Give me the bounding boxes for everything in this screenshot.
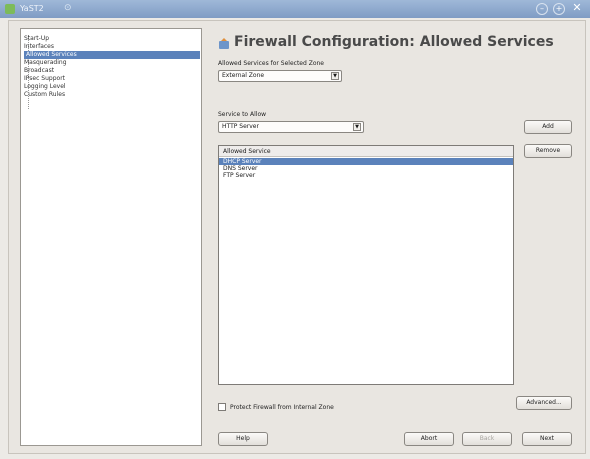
sidebar-item-ipsec-support[interactable]: IPsec Support (24, 75, 65, 83)
yast-icon (5, 4, 15, 14)
back-button[interactable]: Back (462, 432, 512, 446)
help-button[interactable]: Help (218, 432, 268, 446)
add-button[interactable]: Add (524, 120, 572, 134)
zone-select[interactable]: External Zone ▼ (218, 70, 342, 82)
service-select[interactable]: HTTP Server ▼ (218, 121, 364, 133)
chevron-down-icon: ▼ (353, 123, 361, 131)
list-header[interactable]: Allowed Service (219, 146, 513, 157)
minimize-icon[interactable]: – (536, 3, 548, 15)
next-button[interactable]: Next (522, 432, 572, 446)
sidebar-item-masquerading[interactable]: Masquerading (24, 59, 67, 67)
sidebar-item-start-up[interactable]: Start-Up (24, 35, 49, 43)
abort-button[interactable]: Abort (404, 432, 454, 446)
page-title: Firewall Configuration: Allowed Services (234, 34, 554, 50)
zone-select-value: External Zone (222, 72, 265, 79)
protect-firewall-label: Protect Firewall from Internal Zone (230, 404, 334, 411)
firewall-icon (219, 38, 229, 49)
service-select-value: HTTP Server (222, 123, 259, 130)
close-icon[interactable]: ✕ (571, 2, 583, 15)
list-item[interactable]: FTP Server (219, 172, 513, 179)
sidebar-item-broadcast[interactable]: Broadcast (24, 67, 54, 75)
sidebar-item-interfaces[interactable]: Interfaces (24, 43, 54, 51)
sidebar-item-custom-rules[interactable]: Custom Rules (24, 91, 65, 99)
title-bar: YaST2 ⊙ – + ✕ (0, 0, 590, 18)
advanced-button[interactable]: Advanced... (516, 396, 572, 410)
chevron-down-icon: ▼ (331, 72, 339, 80)
sidebar-item-logging-level[interactable]: Logging Level (24, 83, 66, 91)
allowed-services-list[interactable]: Allowed Service DHCP Server DNS Server F… (218, 145, 514, 385)
window-title: YaST2 (20, 4, 44, 13)
zone-label: Allowed Services for Selected Zone (218, 60, 324, 67)
list-item[interactable]: DNS Server (219, 165, 513, 172)
maximize-icon[interactable]: + (553, 3, 565, 15)
pin-icon[interactable]: ⊙ (64, 3, 72, 13)
protect-firewall-checkbox[interactable] (218, 403, 226, 411)
list-item[interactable]: DHCP Server (219, 158, 513, 165)
service-label: Service to Allow (218, 111, 267, 118)
sidebar-tree[interactable]: Start-Up Interfaces Allowed Services Mas… (20, 28, 202, 446)
sidebar-item-allowed-services[interactable]: Allowed Services (24, 51, 200, 59)
remove-button[interactable]: Remove (524, 144, 572, 158)
